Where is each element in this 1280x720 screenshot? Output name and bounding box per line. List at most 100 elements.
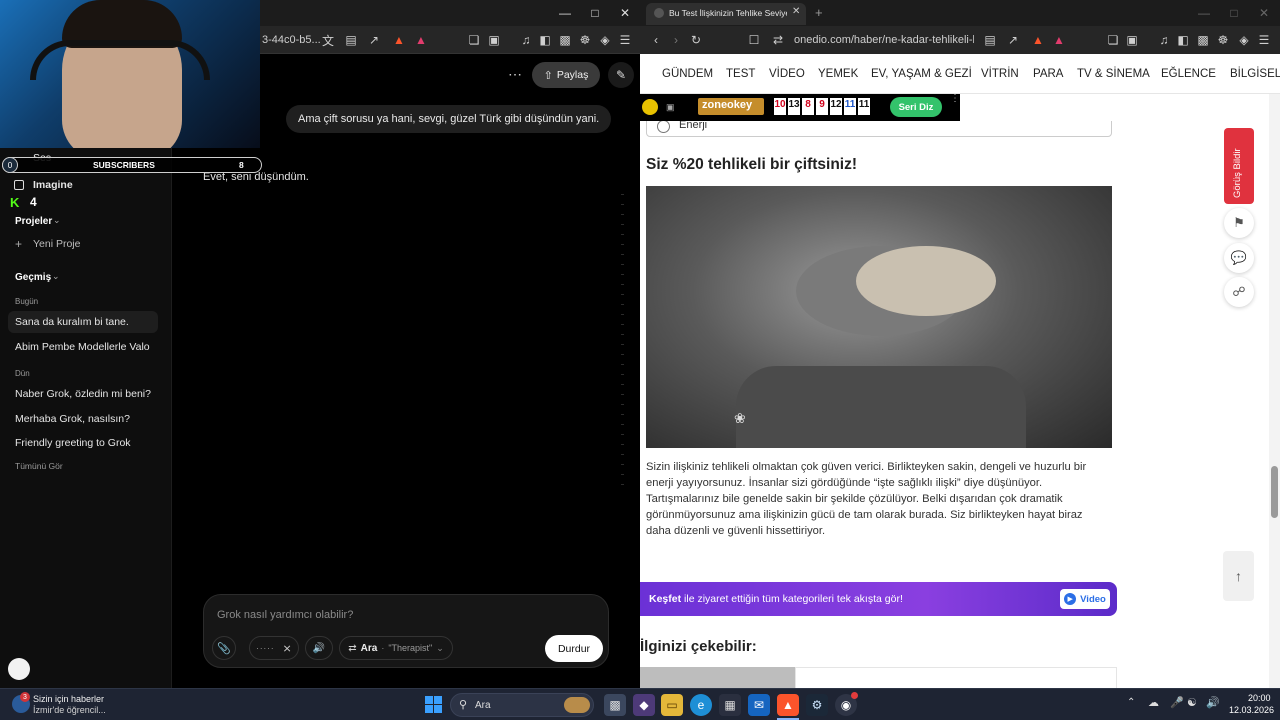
brave-shield-icon[interactable]: ▲ [1028, 30, 1048, 50]
menu-icon[interactable]: ☰ [615, 30, 635, 50]
tab-search-icon[interactable]: ▣ [1122, 30, 1142, 50]
task-view-icon[interactable]: ▩ [604, 694, 626, 716]
microphone-icon[interactable]: 🎤 [1170, 696, 1184, 709]
avatar[interactable] [8, 658, 30, 680]
related-thumbnail[interactable] [640, 667, 795, 688]
ad-banner[interactable]: ▣ zoneokey 10 13 8 9 12 11 11 Seri Diz ⋮ [640, 94, 960, 121]
reader-icon[interactable]: ▤ [980, 30, 1000, 50]
steam-icon[interactable]: ⚙ [806, 694, 828, 716]
history-item-active[interactable]: Sana da kuralım bi tane. [8, 311, 158, 333]
nav-item[interactable]: VİTRİN [981, 68, 1019, 80]
browser-tab[interactable]: Bu Test İlişkinizin Tehlike Seviyes ✕ [646, 3, 806, 25]
edge-icon[interactable]: e [690, 694, 712, 716]
share-icon[interactable]: ☍ [1224, 277, 1254, 307]
close-tab-icon[interactable]: ✕ [792, 6, 800, 17]
minimize-button[interactable]: — [1189, 0, 1219, 26]
site-info-icon[interactable]: ⇄ [768, 30, 788, 50]
close-button[interactable]: ✕ [610, 0, 640, 26]
scrollbar[interactable] [1269, 94, 1280, 688]
more-options-icon[interactable]: ⋯ [508, 66, 523, 83]
back-icon[interactable]: ‹ [646, 30, 666, 50]
close-button[interactable]: ✕ [1249, 0, 1279, 26]
speaker-icon[interactable]: 🔊 [305, 636, 333, 660]
mail-icon[interactable]: ✉ [748, 694, 770, 716]
clock-time[interactable]: 20:00 [1248, 693, 1271, 703]
nav-item[interactable]: VİDEO [769, 68, 805, 80]
quiz-option[interactable]: Enerji [646, 121, 1112, 137]
video-button[interactable]: ▶ Video [1060, 589, 1110, 609]
brave-shield-icon[interactable]: ▲ [389, 30, 409, 50]
wallet-icon[interactable]: ▩ [555, 30, 575, 50]
mode-selector[interactable]: ⇄ Ara · "Therapist" ⌄ [339, 636, 453, 660]
history-header[interactable]: Geçmiş [15, 272, 51, 283]
history-item[interactable]: Naber Grok, özledin mi beni? [15, 388, 151, 400]
nav-item[interactable]: BİLGİSEL [1230, 68, 1280, 80]
share-icon[interactable]: ↗ [1003, 30, 1023, 50]
sidebar-toggle-icon[interactable]: ◧ [1173, 30, 1193, 50]
ad-menu-icon[interactable]: ⋮ [950, 94, 960, 104]
comments-icon[interactable]: 💬 [1224, 243, 1254, 273]
news-title[interactable]: Sizin için haberler [33, 694, 104, 704]
maximize-button[interactable]: □ [580, 0, 610, 26]
share-button[interactable]: ⇧ Paylaş [532, 62, 600, 88]
menu-icon[interactable]: ☰ [1254, 30, 1274, 50]
brave-rewards-icon[interactable]: ▲ [1049, 30, 1069, 50]
scrollbar-thumb[interactable] [1271, 466, 1278, 518]
vpn-icon[interactable]: ☸ [575, 30, 595, 50]
extensions-icon[interactable]: ❏ [1103, 30, 1123, 50]
nav-item[interactable]: PARA [1033, 68, 1063, 80]
file-explorer-icon[interactable]: ▭ [661, 694, 683, 716]
nav-item[interactable]: EV, YAŞAM & GEZİ [871, 68, 972, 80]
new-project-item[interactable]: Yeni Proje [33, 238, 80, 250]
taskbar-search[interactable]: ⚲ Ara [450, 693, 594, 717]
nav-item[interactable]: YEMEK [818, 68, 858, 80]
media-icon[interactable]: ♫ [516, 30, 536, 50]
nav-item[interactable]: EĞLENCE [1161, 68, 1216, 80]
stop-button[interactable]: Durdur [545, 635, 603, 662]
scroll-minimap[interactable] [621, 194, 624, 494]
cloud-icon[interactable]: ☁ [1148, 696, 1159, 709]
media-icon[interactable]: ♫ [1154, 30, 1174, 50]
brave-rewards-icon[interactable]: ▲ [411, 30, 431, 50]
brave-icon[interactable]: ▲ [777, 694, 799, 716]
reader-icon[interactable]: ▤ [341, 30, 361, 50]
nav-item[interactable]: GÜNDEM [662, 68, 713, 80]
extensions-icon[interactable]: ❏ [464, 30, 484, 50]
news-subtitle[interactable]: İzmir'de öğrencil... [33, 705, 106, 715]
nav-item[interactable]: TV & SİNEMA [1077, 68, 1150, 80]
store-icon[interactable]: ▦ [719, 694, 741, 716]
related-card[interactable] [795, 667, 1117, 688]
history-item[interactable]: Friendly greeting to Grok [15, 437, 131, 449]
voice-button[interactable]: ····· ⨯ [249, 636, 299, 660]
forward-icon[interactable]: › [666, 30, 686, 50]
shield-icon[interactable]: ◈ [1234, 30, 1254, 50]
reload-icon[interactable]: ↻ [686, 30, 706, 50]
imagine-item[interactable]: Imagine [33, 179, 73, 191]
address-bar[interactable]: onedio.com/haber/ne-kadar-tehlikeli-bir-… [794, 34, 974, 46]
tab-search-icon[interactable]: ▣ [484, 30, 504, 50]
minimize-button[interactable]: — [550, 0, 580, 26]
scroll-top-button[interactable]: ↑ [1223, 551, 1254, 601]
widgets-icon[interactable]: ◆ [633, 694, 655, 716]
chevron-up-icon[interactable]: ⌃ [1127, 697, 1135, 708]
ad-cta-button[interactable]: Seri Diz [890, 97, 942, 117]
windows-start-icon[interactable] [425, 696, 442, 713]
new-chat-icon[interactable]: ✎ [608, 62, 634, 88]
history-item[interactable]: Merhaba Grok, nasılsın? [15, 413, 130, 425]
see-all-link[interactable]: Tümünü Gör [15, 461, 63, 471]
maximize-button[interactable]: □ [1219, 0, 1249, 26]
vpn-icon[interactable]: ☸ [1213, 30, 1233, 50]
message-input[interactable]: Grok nasıl yardımcı olabilir? [217, 609, 353, 621]
address-bar[interactable]: 3-44c0-b5... [262, 34, 321, 46]
share-icon[interactable]: ↗ [364, 30, 384, 50]
sidebar-toggle-icon[interactable]: ◧ [535, 30, 555, 50]
wallet-icon[interactable]: ▩ [1193, 30, 1213, 50]
discover-banner[interactable]: Keşfet ile ziyaret ettiğin tüm kategoril… [640, 582, 1117, 616]
volume-icon[interactable]: 🔊 [1206, 696, 1220, 709]
clock-date[interactable]: 12.03.2026 [1229, 705, 1274, 715]
projects-header[interactable]: Projeler [15, 216, 52, 227]
translate-icon[interactable]: 文 [318, 30, 338, 50]
network-icon[interactable]: ☯ [1187, 696, 1197, 709]
shield-icon[interactable]: ◈ [595, 30, 615, 50]
history-item[interactable]: Abim Pembe Modellerle Valor... [15, 341, 150, 353]
